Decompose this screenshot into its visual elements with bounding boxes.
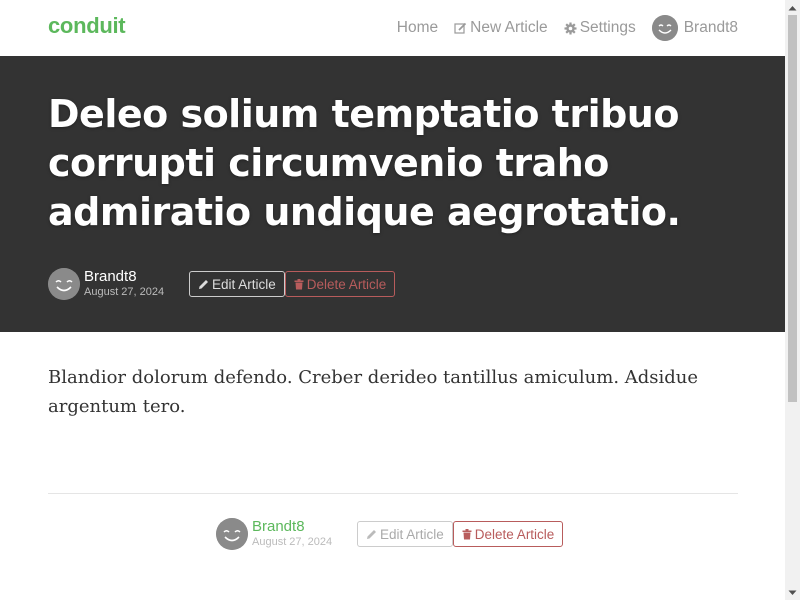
article-body: Blandior dolorum defendo. Creber derideo… bbox=[48, 367, 699, 417]
edit-icon bbox=[454, 22, 467, 35]
trash-icon bbox=[294, 278, 304, 290]
nav-settings-label: Settings bbox=[579, 19, 636, 36]
nav-home-link[interactable]: Home bbox=[397, 14, 438, 42]
article-page: conduit Home New Article Settings Brandt… bbox=[0, 0, 785, 600]
footer-article-meta: Brandt8 August 27, 2024 Edit Article Del… bbox=[216, 518, 564, 550]
pencil-icon bbox=[366, 529, 377, 540]
top-navbar: conduit Home New Article Settings Brandt… bbox=[0, 0, 785, 56]
delete-article-button[interactable]: Delete Article bbox=[284, 271, 396, 297]
delete-article-label: Delete Article bbox=[474, 526, 555, 542]
nav-new-article-label: New Article bbox=[470, 19, 548, 36]
author-name-link[interactable]: Brandt8 bbox=[252, 518, 352, 535]
article-banner: Deleo solium temptatio tribuo corrupti c… bbox=[0, 56, 785, 332]
author-name-link[interactable]: Brandt8 bbox=[84, 268, 184, 285]
banner-article-meta: Brandt8 August 27, 2024 Edit Article Del… bbox=[48, 268, 396, 300]
delete-article-button[interactable]: Delete Article bbox=[452, 521, 564, 547]
author-avatar[interactable] bbox=[216, 518, 248, 550]
edit-article-label: Edit Article bbox=[212, 276, 276, 292]
scrollbar-thumb[interactable] bbox=[788, 15, 797, 402]
edit-article-label: Edit Article bbox=[380, 526, 444, 542]
scroll-down-arrow-icon[interactable] bbox=[785, 585, 800, 600]
trash-icon bbox=[462, 528, 472, 540]
author-info: Brandt8 August 27, 2024 bbox=[252, 518, 352, 550]
nav-links: Home New Article Settings Brandt8 bbox=[397, 14, 738, 42]
brand-logo[interactable]: conduit bbox=[48, 13, 126, 39]
article-title: Deleo solium temptatio tribuo corrupti c… bbox=[48, 92, 681, 234]
delete-article-label: Delete Article bbox=[306, 276, 387, 292]
edit-article-button[interactable]: Edit Article bbox=[357, 521, 453, 547]
nav-avatar bbox=[651, 15, 678, 41]
nav-profile-label: Brandt8 bbox=[683, 19, 738, 36]
pencil-icon bbox=[198, 279, 209, 290]
divider bbox=[48, 493, 738, 494]
author-info: Brandt8 August 27, 2024 bbox=[84, 268, 184, 300]
vertical-scrollbar[interactable] bbox=[785, 0, 800, 600]
article-date: August 27, 2024 bbox=[84, 286, 165, 298]
author-avatar[interactable] bbox=[48, 268, 80, 300]
nav-home-label: Home bbox=[396, 19, 439, 36]
scroll-up-arrow-icon[interactable] bbox=[785, 0, 800, 15]
nav-settings-link[interactable]: Settings bbox=[564, 14, 636, 42]
browser-viewport: conduit Home New Article Settings Brandt… bbox=[0, 0, 800, 600]
nav-profile-link[interactable]: Brandt8 bbox=[651, 14, 738, 42]
edit-article-button[interactable]: Edit Article bbox=[189, 271, 285, 297]
nav-new-article-link[interactable]: New Article bbox=[454, 14, 548, 42]
article-date: August 27, 2024 bbox=[252, 536, 333, 548]
gear-icon bbox=[564, 22, 577, 35]
